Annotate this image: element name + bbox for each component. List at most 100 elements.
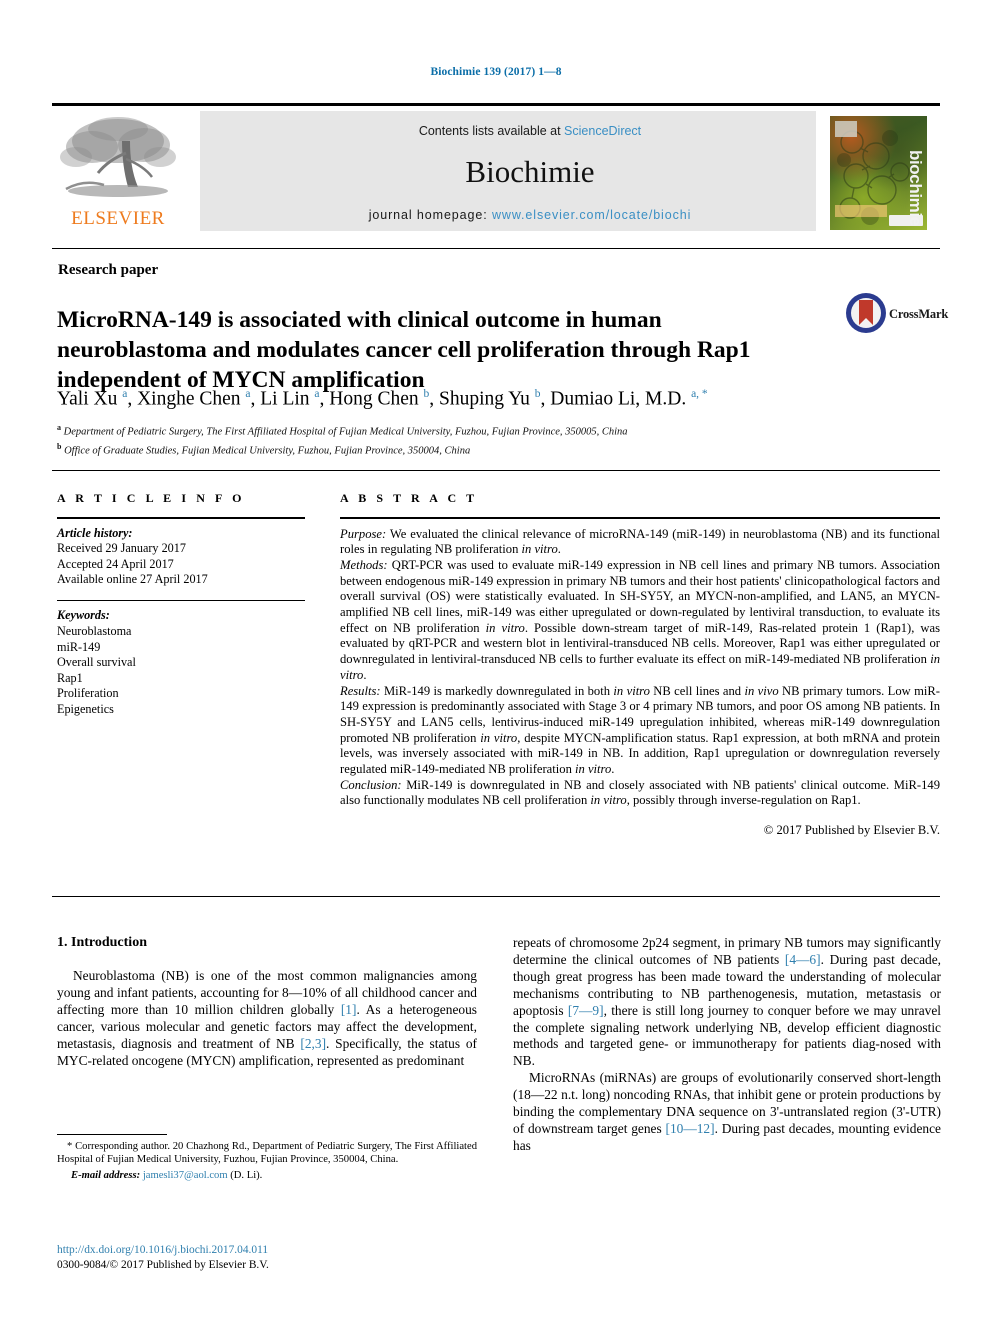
masthead-top-rule bbox=[52, 103, 940, 106]
corresponding-author-marker: * bbox=[67, 1141, 73, 1152]
contents-prefix: Contents lists available at bbox=[418, 124, 565, 138]
keyword-list: Keywords: Neuroblastoma miR-149 Overall … bbox=[57, 608, 305, 717]
author-name: Yali Xu bbox=[57, 388, 123, 410]
author-affiliation-marker: a bbox=[314, 388, 320, 400]
issn-copyright-line: 0300-9084/© 2017 Published by Elsevier B… bbox=[57, 1258, 269, 1271]
affiliation-marker: a bbox=[57, 423, 61, 432]
email-label: E-mail address: bbox=[71, 1169, 141, 1181]
keywords-label: Keywords: bbox=[57, 608, 110, 623]
journal-band: Contents lists available at ScienceDirec… bbox=[200, 111, 860, 231]
affiliation-line: a Department of Pediatric Surgery, The F… bbox=[57, 423, 628, 438]
abstract-rule bbox=[340, 517, 940, 519]
author-list: Yali Xu a, Xinghe Chen a, Li Lin a, Hong… bbox=[57, 388, 708, 410]
latin-phrase: in vitro bbox=[613, 683, 650, 698]
latin-phrase: in vitro bbox=[485, 620, 525, 635]
citation-reference[interactable]: [1] bbox=[341, 1002, 357, 1017]
abstract-column: A B S T R A C T Purpose: We evaluated th… bbox=[340, 491, 940, 839]
journal-title: Biochimie bbox=[465, 154, 595, 189]
affiliation-line: b Office of Graduate Studies, Fujian Med… bbox=[57, 441, 471, 457]
contents-line: Contents lists available at ScienceDirec… bbox=[200, 124, 860, 138]
body-column-right: repeats of chromosome 2p24 segment, in p… bbox=[513, 935, 941, 1155]
abstract-results-label: Results: bbox=[340, 683, 381, 698]
citation-reference[interactable]: [4—6] bbox=[785, 952, 821, 967]
article-info-rule-1 bbox=[57, 517, 305, 519]
author-name: Li Lin bbox=[260, 388, 315, 410]
abstract-copyright: © 2017 Published by Elsevier B.V. bbox=[763, 823, 940, 838]
intro-paragraph-right-2: MicroRNAs (miRNAs) are groups of evoluti… bbox=[513, 1070, 941, 1153]
email-link[interactable]: jamesli37@aol.com bbox=[143, 1170, 228, 1181]
author-affiliation-marker: b bbox=[534, 388, 541, 400]
elsevier-wordmark: ELSEVIER bbox=[71, 208, 165, 229]
author-name: Shuping Yu bbox=[439, 388, 535, 410]
history-item: Available online 27 April 2017 bbox=[57, 572, 208, 587]
keyword-item: Epigenetics bbox=[57, 701, 114, 716]
article-info-heading: A R T I C L E I N F O bbox=[57, 491, 246, 505]
journal-masthead: ELSEVIER Contents lists available at Sci… bbox=[52, 103, 940, 234]
author-name: Xinghe Chen bbox=[137, 388, 246, 410]
latin-phrase: in vitro bbox=[521, 542, 558, 557]
abstract-heading: A B S T R A C T bbox=[340, 491, 478, 505]
abstract-conclusion-label: Conclusion: bbox=[340, 777, 402, 792]
title-top-rule bbox=[52, 248, 940, 249]
latin-phrase: in vitro bbox=[590, 793, 627, 808]
crossmark-badge[interactable]: CrossMark bbox=[845, 292, 948, 338]
latin-phrase: in vivo bbox=[744, 683, 779, 698]
citation-reference[interactable]: [2,3] bbox=[300, 1036, 326, 1051]
corresponding-author-text: * Corresponding author. 20 Chazhong Rd.,… bbox=[57, 1141, 477, 1166]
keyword-item: miR-149 bbox=[57, 639, 101, 654]
author-name: Hong Chen bbox=[329, 388, 424, 410]
sciencedirect-link[interactable]: ScienceDirect bbox=[564, 124, 641, 138]
body-column-left: 1. Introduction Neuroblastoma (NB) is on… bbox=[57, 935, 477, 1069]
intro-paragraph-left: Neuroblastoma (NB) is one of the most co… bbox=[57, 968, 477, 1068]
body-top-rule bbox=[52, 896, 940, 897]
abstract-purpose: Purpose: We evaluated the clinical relev… bbox=[340, 527, 940, 558]
keyword-item: Rap1 bbox=[57, 670, 83, 685]
abstract-purpose-text: We evaluated the clinical relevance of m… bbox=[340, 526, 940, 557]
abstract-body: Purpose: We evaluated the clinical relev… bbox=[340, 527, 940, 839]
paper-type-label: Research paper bbox=[58, 262, 159, 278]
author-affiliation-marker: a bbox=[122, 388, 128, 400]
journal-cover-thumbnail: biochimie bbox=[816, 111, 940, 234]
cover-caption-block bbox=[835, 205, 887, 217]
journal-homepage-line: journal homepage: www.elsevier.com/locat… bbox=[200, 208, 860, 222]
abstract-methods: Methods: QRT-PCR was used to evaluate mi… bbox=[340, 558, 940, 684]
author-name: Dumiao Li, M.D. bbox=[550, 388, 692, 410]
journal-homepage-link[interactable]: www.elsevier.com/locate/biochi bbox=[492, 208, 691, 222]
section-heading-introduction: 1. Introduction bbox=[57, 935, 147, 950]
cover-stamp-icon bbox=[835, 121, 857, 137]
citation-reference[interactable]: [7—9] bbox=[568, 1003, 604, 1018]
corresponding-email-line: E-mail address: jamesli37@aol.com (D. Li… bbox=[57, 1169, 477, 1182]
abstract-conclusion-text: MiR-149 is downregulated in NB and close… bbox=[340, 777, 940, 808]
keyword-item: Neuroblastoma bbox=[57, 623, 132, 638]
page-title: MicroRNA-149 is associated with clinical… bbox=[57, 306, 751, 393]
latin-phrase: in vitro bbox=[480, 730, 518, 745]
intro-paragraph-right-1: repeats of chromosome 2p24 segment, in p… bbox=[513, 935, 942, 1069]
article-info-column: A R T I C L E I N F O Article history: R… bbox=[57, 491, 305, 718]
elsevier-tree-icon bbox=[60, 117, 176, 197]
footnote-rule bbox=[57, 1134, 167, 1135]
abstract-results-text: MiR-149 is markedly downregulated in bot… bbox=[340, 683, 941, 777]
latin-phrase: in vitro bbox=[575, 762, 612, 777]
author-affiliation-marker: b bbox=[423, 388, 430, 400]
article-history: Article history: Received 29 January 201… bbox=[57, 526, 305, 588]
author-affiliation-marker: a, * bbox=[691, 388, 708, 400]
keyword-item: Proliferation bbox=[57, 686, 119, 701]
crossmark-icon bbox=[846, 293, 886, 333]
abstract-methods-text: QRT-PCR was used to evaluate miR-149 exp… bbox=[340, 557, 941, 682]
affiliation-list: a Department of Pediatric Surgery, The F… bbox=[57, 421, 857, 458]
author-affiliation-marker: a bbox=[245, 388, 251, 400]
corresponding-author-footnote: * Corresponding author. 20 Chazhong Rd.,… bbox=[57, 1134, 477, 1182]
article-info-rule-2 bbox=[57, 599, 305, 602]
affiliation-marker: b bbox=[57, 441, 62, 451]
history-item: Accepted 24 April 2017 bbox=[57, 556, 174, 571]
running-head: Biochimie 139 (2017) 1—8 bbox=[430, 66, 562, 78]
homepage-prefix: journal homepage: bbox=[368, 208, 492, 222]
doi-link[interactable]: http://dx.doi.org/10.1016/j.biochi.2017.… bbox=[57, 1243, 477, 1258]
abstract-results: Results: MiR-149 is markedly downregulat… bbox=[340, 684, 940, 778]
journal-cover-artwork: biochimie bbox=[830, 116, 927, 230]
citation-reference[interactable]: [10—12] bbox=[665, 1121, 714, 1136]
elsevier-logo: ELSEVIER bbox=[52, 113, 184, 231]
abstract-purpose-label: Purpose: bbox=[340, 526, 387, 541]
cover-journal-title: biochimie bbox=[906, 150, 925, 226]
article-history-label: Article history: bbox=[57, 525, 133, 540]
